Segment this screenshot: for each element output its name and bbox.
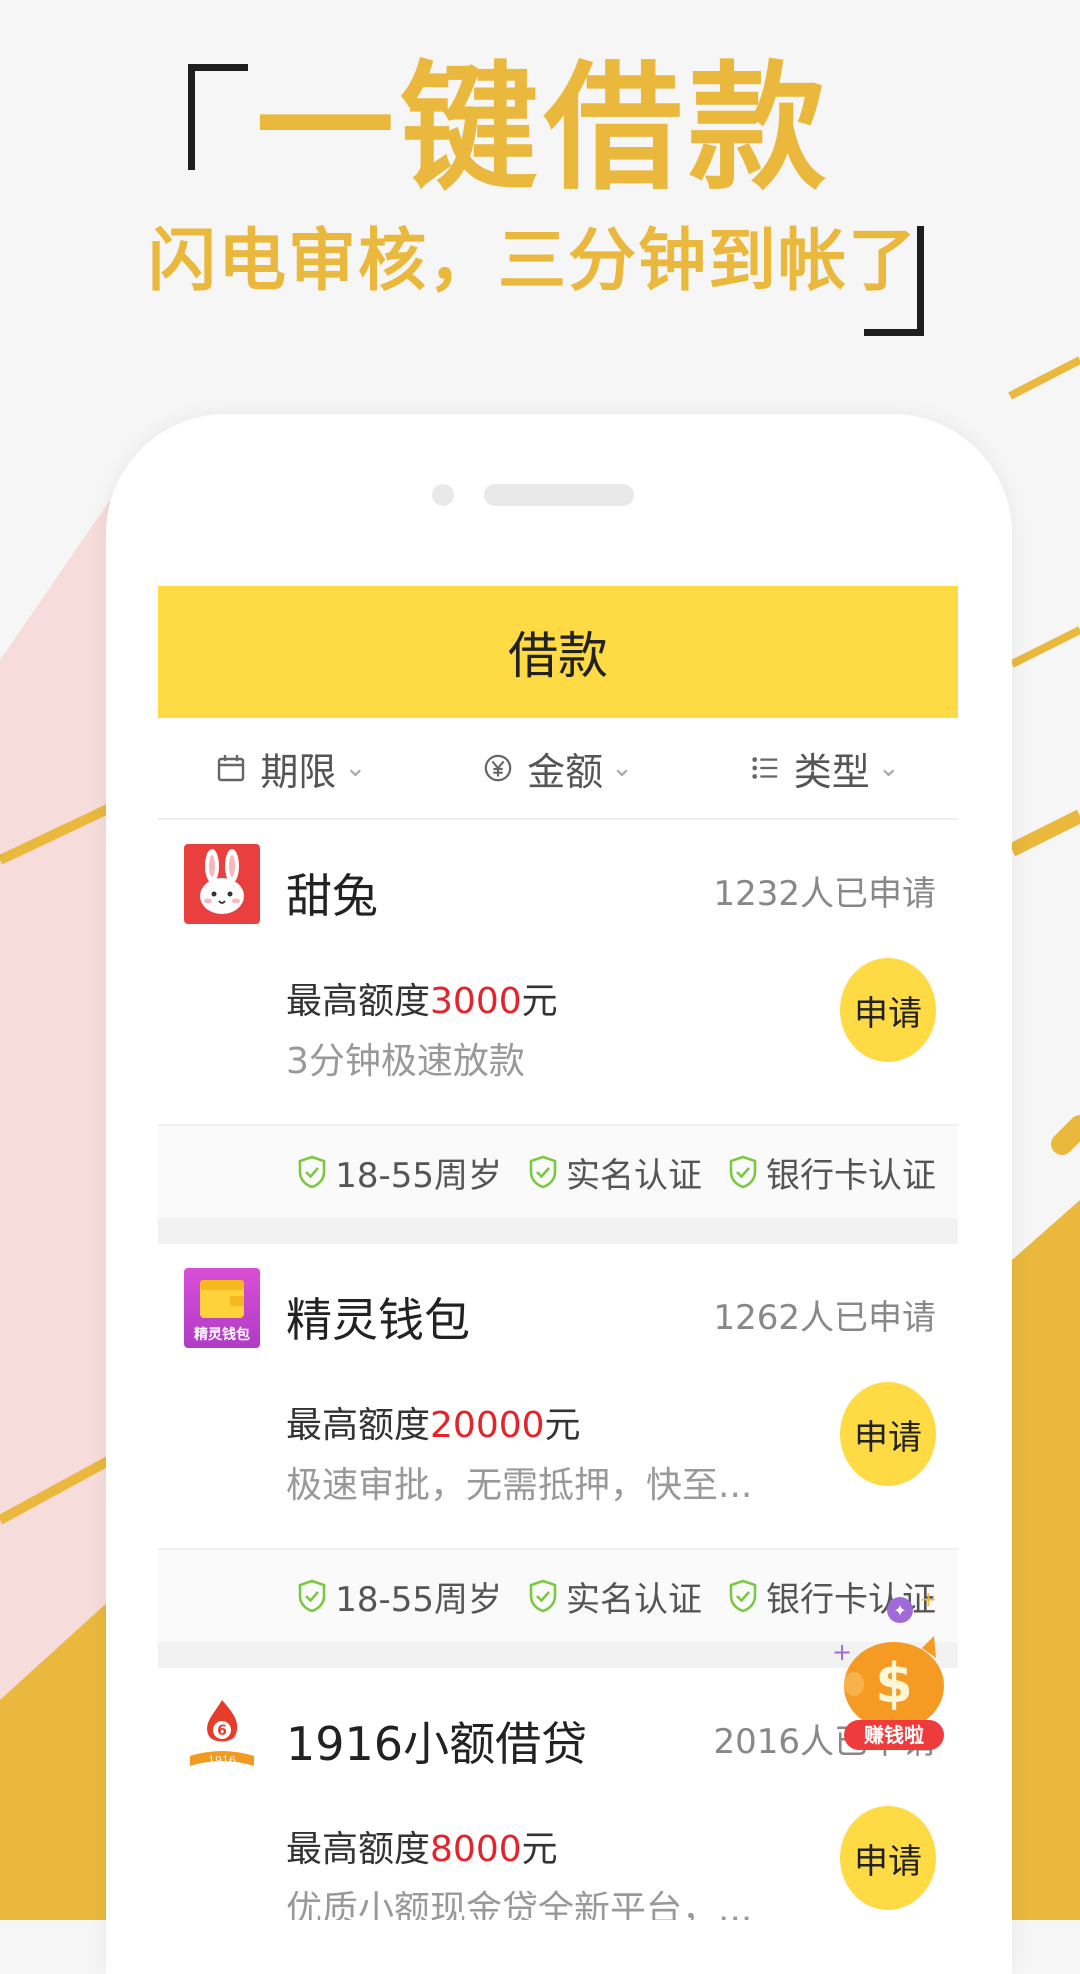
svg-text:+: +: [832, 1638, 852, 1666]
shield-check-icon: [529, 1155, 557, 1189]
wallet-logo-text: 精灵钱包: [194, 1326, 250, 1343]
loan-card: 甜兔 1232人已申请 最高额度3000元 3分钟极速放款 申请 18-55周岁…: [158, 820, 958, 1218]
list-icon: [750, 753, 780, 783]
filter-bar: 期限 ⌄ 金额 ⌄ 类型 ⌄: [158, 718, 958, 820]
svg-text:+: +: [920, 1588, 937, 1611]
tag-label: 实名认证: [566, 1579, 702, 1620]
svg-text:$: $: [875, 1652, 913, 1715]
phone-speaker: [484, 484, 634, 506]
limit-suffix: 元: [521, 981, 558, 1022]
tag-label: 实名认证: [566, 1155, 702, 1196]
badge-label: 赚钱啦: [863, 1723, 924, 1747]
tag-realname: 实名认证: [528, 1148, 702, 1197]
limit-amount: 3000: [430, 981, 522, 1022]
tag-label: 18-55周岁: [335, 1155, 502, 1196]
shield-check-icon: [298, 1579, 326, 1613]
filter-type-label: 类型: [793, 749, 870, 794]
applied-count: 1262人已申请: [713, 1298, 936, 1338]
page-title: 借款: [508, 627, 608, 685]
loan-name: 甜兔: [286, 869, 378, 923]
requirement-tags: 18-55周岁 实名认证 银行卡认证: [158, 1124, 958, 1218]
floating-piggy-badge[interactable]: + + ✦ $ 赚钱啦: [822, 1587, 962, 1756]
applied-count: 1232人已申请: [713, 874, 936, 914]
hero-bracket-right: [864, 226, 924, 336]
card-separator: [158, 1218, 958, 1244]
calendar-icon: [216, 753, 246, 783]
tag-label: 银行卡认证: [766, 1155, 936, 1196]
limit-suffix: 元: [544, 1405, 581, 1446]
limit-prefix: 最高额度: [286, 1405, 431, 1446]
apply-button[interactable]: 申请: [840, 1382, 936, 1486]
tag-label: 18-55周岁: [335, 1579, 502, 1620]
hero-bracket-left: [188, 64, 248, 170]
shield-check-icon: [529, 1579, 557, 1613]
rabbit-logo-icon: [184, 844, 260, 924]
chevron-down-icon: ⌄: [344, 753, 367, 783]
filter-term-label: 期限: [260, 749, 337, 794]
filter-type[interactable]: 类型 ⌄: [691, 718, 958, 818]
tag-bankcard: 银行卡认证: [728, 1148, 936, 1197]
loan-card: 精灵钱包 精灵钱包 1262人已申请 最高额度20000元 极速审批，无需抵押，…: [158, 1244, 958, 1642]
loan-name: 精灵钱包: [286, 1293, 470, 1347]
shield-check-icon: [729, 1579, 757, 1613]
limit-amount: 20000: [430, 1405, 545, 1446]
chevron-down-icon: ⌄: [611, 753, 633, 783]
wallet-logo-icon: 精灵钱包: [184, 1268, 260, 1348]
loan-name: 1916小额借贷: [286, 1717, 588, 1771]
app-header: 借款: [158, 586, 958, 718]
loan-limit: 最高额度3000元: [286, 972, 558, 1024]
svg-text:6: 6: [217, 1723, 227, 1739]
limit-prefix: 最高额度: [286, 981, 431, 1022]
limit-amount: 8000: [430, 1829, 522, 1870]
shield-check-icon: [729, 1155, 757, 1189]
loan-limit: 最高额度20000元: [286, 1396, 581, 1448]
apply-button[interactable]: 申请: [840, 958, 936, 1062]
apply-button[interactable]: 申请: [840, 1806, 936, 1910]
loan-description: 极速审批，无需抵押，快至...: [286, 1465, 753, 1506]
svg-text:✦: ✦: [893, 1601, 906, 1620]
loan-description: 优质小额现金贷全新平台，...: [286, 1889, 753, 1920]
filter-amount[interactable]: 金额 ⌄: [425, 718, 692, 818]
filter-amount-label: 金额: [527, 749, 604, 794]
tag-age: 18-55周岁: [297, 1148, 502, 1197]
tag-age: 18-55周岁: [297, 1572, 502, 1621]
flame-logo-icon: 6 1916: [184, 1692, 260, 1772]
loan-description: 3分钟极速放款: [286, 1041, 525, 1082]
tag-realname: 实名认证: [528, 1572, 702, 1621]
phone-camera: [432, 484, 454, 506]
hero-title: 一键借款: [256, 48, 833, 209]
filter-term[interactable]: 期限 ⌄: [158, 718, 425, 818]
flame-logo-text: 1916: [208, 1754, 236, 1767]
limit-prefix: 最高额度: [286, 1829, 431, 1870]
yen-icon: [483, 753, 513, 783]
chevron-down-icon: ⌄: [877, 753, 900, 783]
loan-limit: 最高额度8000元: [286, 1820, 558, 1872]
limit-suffix: 元: [521, 1829, 558, 1870]
hero-subtitle: 闪电审核，三分钟到帐了: [148, 222, 919, 301]
shield-check-icon: [298, 1155, 326, 1189]
